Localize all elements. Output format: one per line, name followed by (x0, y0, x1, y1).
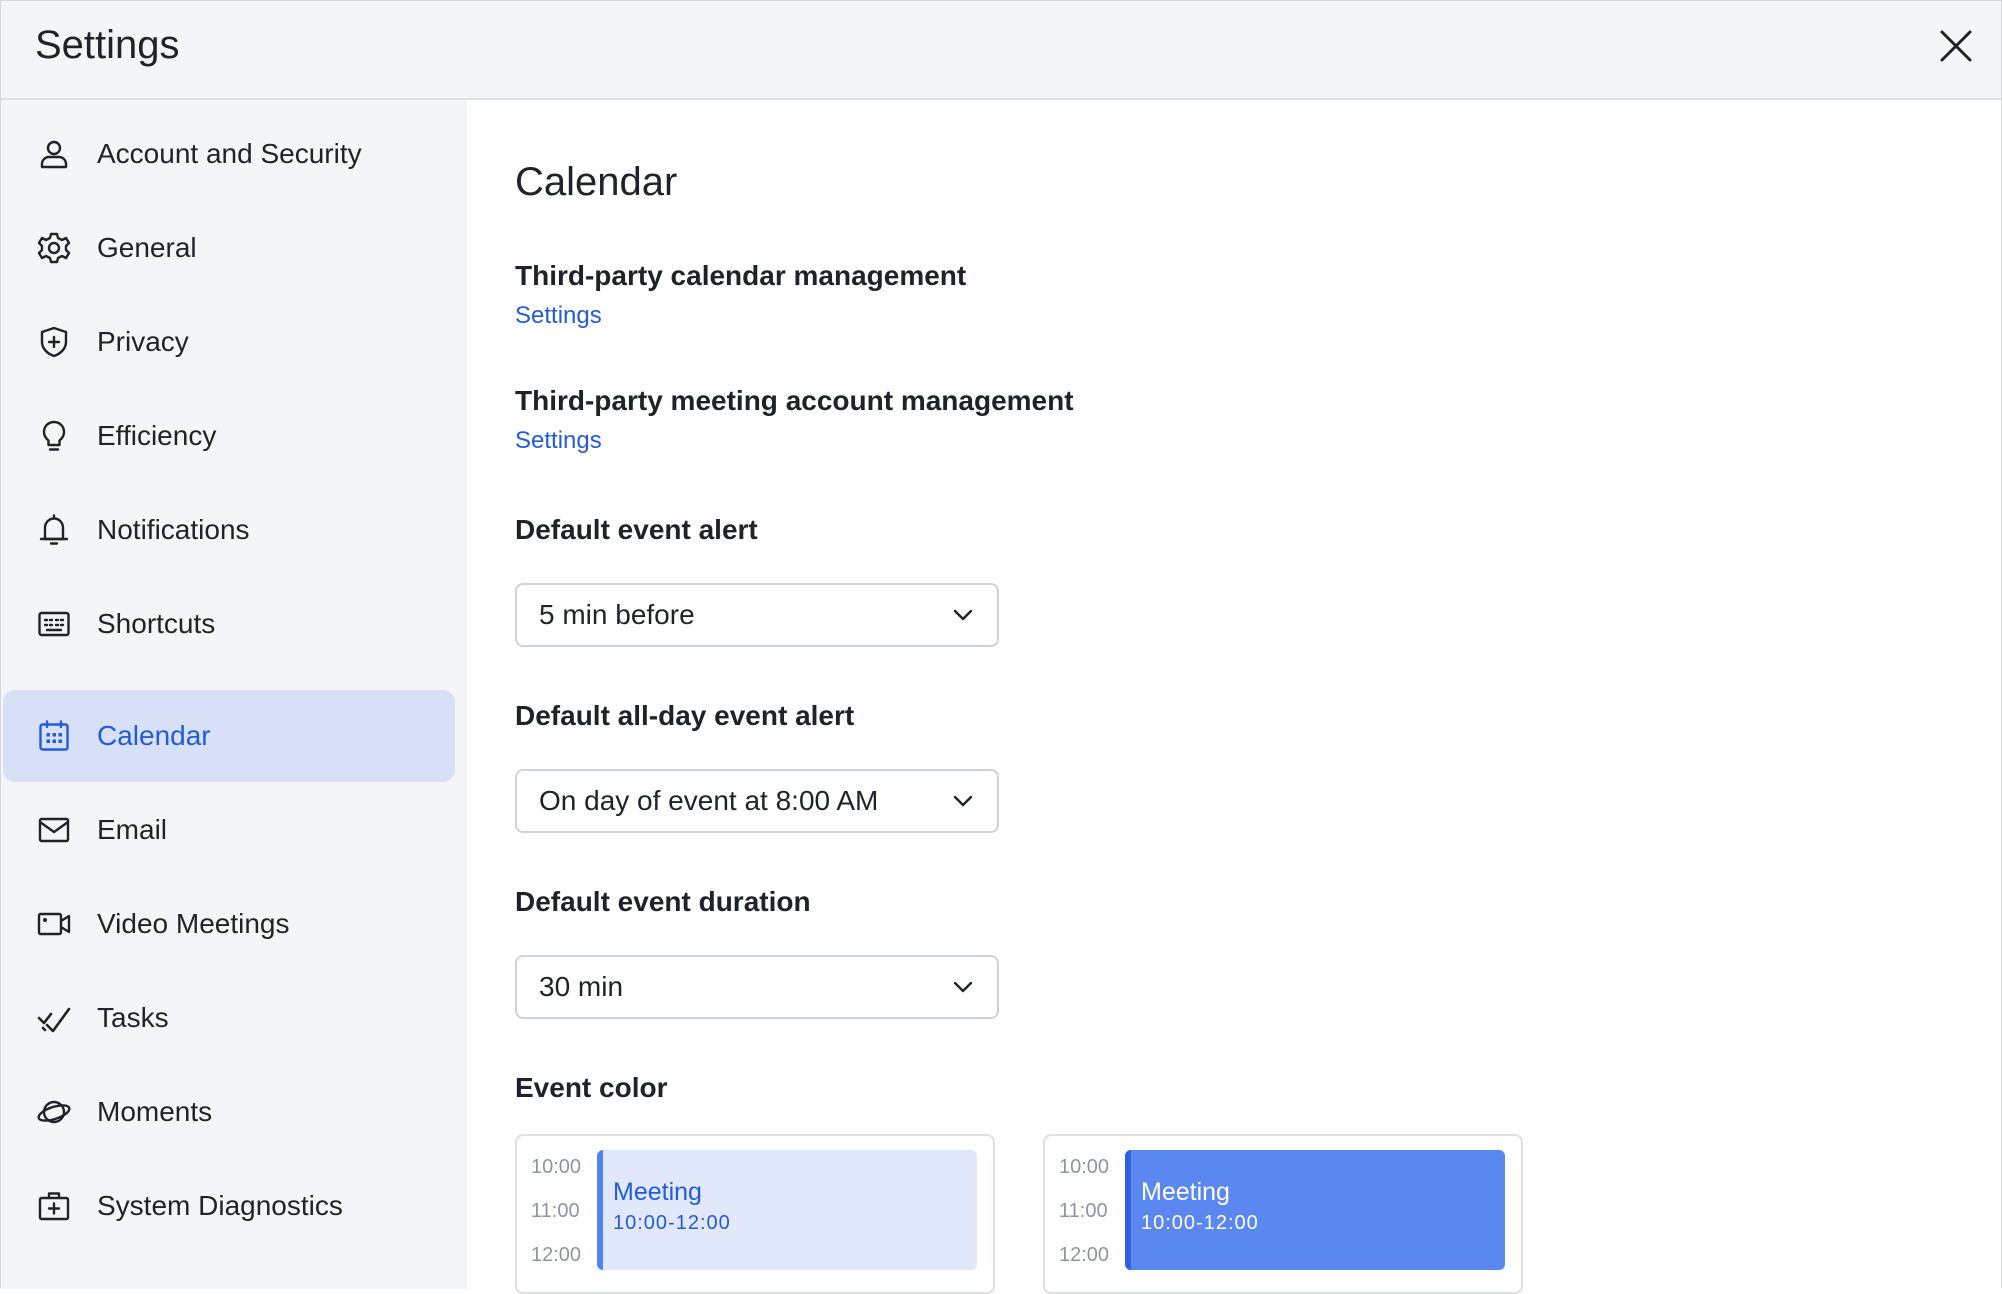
third-party-meeting-settings-link[interactable]: Settings (515, 427, 602, 455)
third-party-calendar-settings-link[interactable]: Settings (515, 302, 602, 330)
close-icon (1940, 30, 1972, 62)
sidebar-item-label: Efficiency (97, 420, 217, 451)
event-color-option-solid[interactable]: 10:00 11:00 12:00 Meeting 10:00-12:00 (1043, 1134, 1523, 1294)
sidebar-item-label: System Diagnostics (97, 1190, 343, 1221)
chevron-down-icon (953, 795, 973, 807)
close-button[interactable] (1933, 23, 1979, 69)
sidebar-item-label: Tasks (97, 1002, 169, 1033)
sidebar-item-label: Notifications (97, 514, 250, 545)
lightbulb-icon (37, 419, 71, 453)
time-label: 10:00 (1059, 1156, 1110, 1178)
default-event-duration-label: Default event duration (515, 886, 811, 917)
settings-content: Calendar Third-party calendar management… (467, 100, 2001, 1294)
sidebar-item-label: Shortcuts (97, 608, 216, 639)
default-event-alert-label: Default event alert (515, 514, 758, 545)
sidebar-item-account-and-security[interactable]: Account and Security (3, 108, 455, 200)
sidebar-item-calendar[interactable]: Calendar (3, 690, 455, 782)
event-color-label: Event color (515, 1072, 668, 1103)
medkit-icon (37, 1189, 71, 1223)
sidebar-item-label: Moments (97, 1096, 213, 1127)
sidebar-item-video-meetings[interactable]: Video Meetings (3, 878, 455, 970)
settings-header: Settings (1, 1, 2001, 100)
sidebar-item-label: Video Meetings (97, 908, 290, 939)
keyboard-icon (37, 607, 71, 641)
event-time-range: 10:00-12:00 (1141, 1212, 1259, 1234)
event-title: Meeting (613, 1178, 702, 1206)
time-label: 12:00 (531, 1244, 582, 1266)
time-label: 10:00 (531, 1156, 582, 1178)
sidebar: Account and Security General Privacy Eff… (1, 100, 467, 1289)
sidebar-item-notifications[interactable]: Notifications (3, 484, 455, 576)
window-title: Settings (35, 23, 180, 67)
third-party-calendar-label: Third-party calendar management (515, 260, 967, 291)
sidebar-item-label: Privacy (97, 326, 189, 357)
user-icon (37, 137, 71, 171)
event-accent-bar (1125, 1150, 1131, 1270)
planet-icon (37, 1095, 71, 1129)
sidebar-item-email[interactable]: Email (3, 784, 455, 876)
sidebar-item-label: Account and Security (97, 138, 362, 169)
default-event-duration-select[interactable]: 30 min (515, 955, 999, 1019)
select-value: On day of event at 8:00 AM (539, 785, 879, 816)
third-party-meeting-label: Third-party meeting account management (515, 385, 1074, 416)
sidebar-item-privacy[interactable]: Privacy (3, 296, 455, 388)
calendar-icon (37, 719, 71, 753)
sidebar-item-shortcuts[interactable]: Shortcuts (3, 578, 455, 670)
default-allday-alert-label: Default all-day event alert (515, 700, 855, 731)
event-accent-bar (597, 1150, 603, 1270)
time-label: 11:00 (1059, 1200, 1108, 1222)
page-title: Calendar (515, 160, 678, 204)
chevron-down-icon (953, 981, 973, 993)
settings-window: Settings Account and Security General Pr… (0, 0, 2002, 1294)
select-value: 30 min (539, 971, 624, 1002)
event-preview-light: Meeting 10:00-12:00 (597, 1150, 977, 1270)
tasks-check-icon (37, 1001, 71, 1035)
sidebar-item-efficiency[interactable]: Efficiency (3, 390, 455, 482)
sidebar-item-label: General (97, 232, 197, 263)
bell-icon (37, 513, 71, 547)
event-title: Meeting (1141, 1178, 1230, 1206)
sidebar-item-general[interactable]: General (3, 202, 455, 294)
event-preview-solid: Meeting 10:00-12:00 (1125, 1150, 1505, 1270)
select-value: 5 min before (539, 599, 695, 630)
sidebar-item-label: Calendar (97, 720, 211, 751)
sidebar-item-system-diagnostics[interactable]: System Diagnostics (3, 1160, 455, 1252)
sidebar-item-label: Email (97, 814, 168, 845)
default-event-alert-select[interactable]: 5 min before (515, 583, 999, 647)
mail-icon (37, 813, 71, 847)
event-color-option-light[interactable]: 10:00 11:00 12:00 Meeting 10:00-12:00 (515, 1134, 995, 1294)
default-allday-alert-select[interactable]: On day of event at 8:00 AM (515, 769, 999, 833)
time-label: 12:00 (1059, 1244, 1110, 1266)
sidebar-item-moments[interactable]: Moments (3, 1066, 455, 1158)
time-label: 11:00 (531, 1200, 580, 1222)
gear-icon (37, 231, 71, 265)
chevron-down-icon (953, 609, 973, 621)
video-icon (37, 907, 71, 941)
sidebar-item-tasks[interactable]: Tasks (3, 972, 455, 1064)
event-time-range: 10:00-12:00 (613, 1212, 731, 1234)
shield-icon (37, 325, 71, 359)
